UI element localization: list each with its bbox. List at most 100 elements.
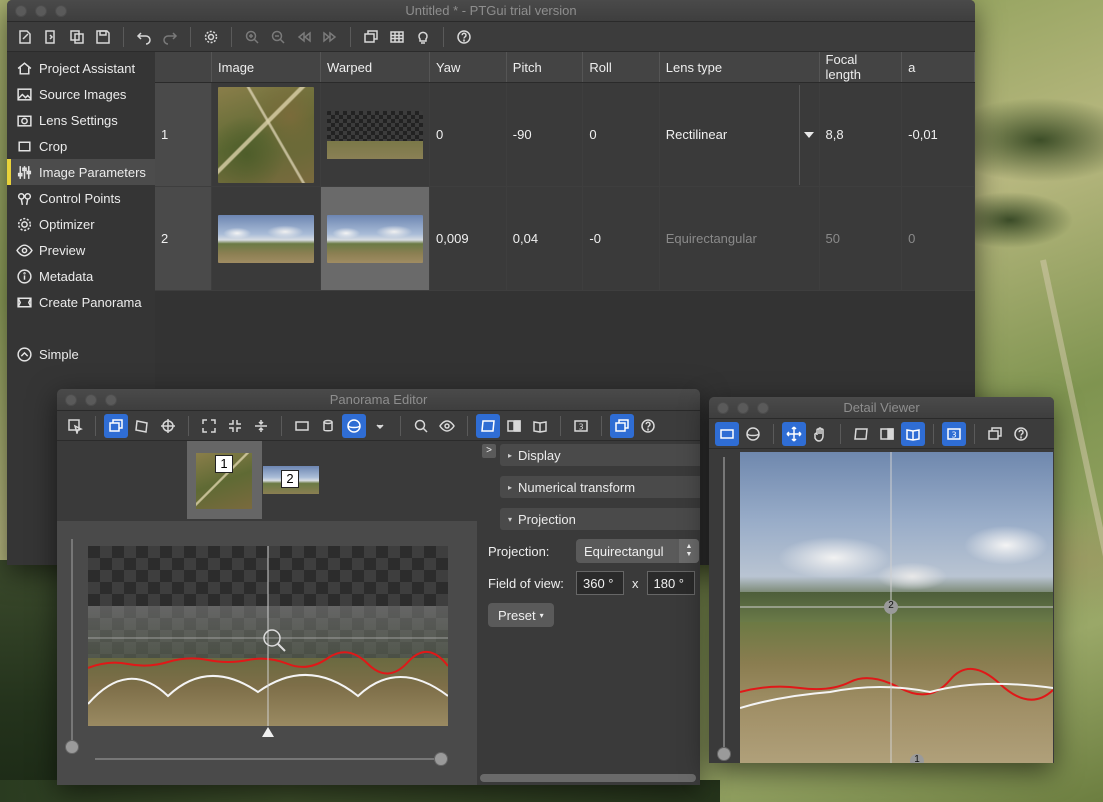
panorama-editor-button[interactable] (359, 25, 383, 49)
redo-button[interactable] (158, 25, 182, 49)
fov-horizontal-input[interactable]: 360 ° (576, 571, 624, 595)
zoom-out-button[interactable] (266, 25, 290, 49)
sphere-view-button[interactable] (741, 422, 765, 446)
next-button[interactable] (318, 25, 342, 49)
main-titlebar[interactable]: Untitled * - PTGui trial version (7, 0, 975, 22)
panorama-preview[interactable] (88, 546, 448, 726)
row-number[interactable]: 1 (155, 82, 213, 187)
display-section-header[interactable]: ▸ Display (500, 444, 700, 466)
row-number[interactable]: 2 (155, 186, 213, 291)
column-header-warped[interactable]: Warped (320, 52, 431, 83)
sidebar-item-create-panorama[interactable]: Create Panorama (7, 289, 155, 315)
image-thumbnail-cell[interactable] (211, 82, 322, 187)
sidebar-item-metadata[interactable]: Metadata (7, 263, 155, 289)
shrink-button[interactable] (223, 414, 247, 438)
save-button[interactable] (91, 25, 115, 49)
zoom-in-button[interactable] (240, 25, 264, 49)
split-view-button[interactable] (502, 414, 526, 438)
focal-length-cell[interactable]: 8,8 (819, 82, 903, 187)
open-book-view-button[interactable] (528, 414, 552, 438)
detail-image[interactable]: 2 1 (740, 452, 1053, 763)
strip-image-2[interactable]: 2 (263, 466, 319, 494)
sidebar-item-lens-settings[interactable]: Lens Settings (7, 107, 155, 133)
zoom-button[interactable] (757, 402, 769, 414)
close-button[interactable] (15, 5, 27, 17)
split-view-button[interactable] (875, 422, 899, 446)
single-view-button[interactable] (476, 413, 500, 438)
lens-type-cell[interactable]: Equirectangular (659, 186, 820, 291)
focal-length-cell[interactable]: 50 (819, 186, 903, 291)
panorama-editor-titlebar[interactable]: Panorama Editor (57, 389, 700, 411)
warped-thumbnail-cell[interactable] (320, 186, 431, 291)
tips-button[interactable] (411, 25, 435, 49)
detail-help-button[interactable] (1009, 422, 1033, 446)
a-cell[interactable]: -0,01 (901, 82, 975, 187)
horizontal-zoom-track[interactable] (95, 758, 441, 760)
strip-image-1[interactable]: 1 (187, 441, 262, 519)
hand-tool-button[interactable] (808, 422, 832, 446)
sidebar-item-crop[interactable]: Crop (7, 133, 155, 159)
panel-scrollbar[interactable] (480, 774, 696, 782)
roll-cell[interactable]: 0 (582, 82, 660, 187)
sidebar-item-source-images[interactable]: Source Images (7, 81, 155, 107)
column-header-index[interactable] (155, 52, 213, 83)
dropdown-arrow-icon[interactable] (798, 84, 819, 185)
collapse-panel-button[interactable]: > (482, 444, 496, 458)
column-header-image[interactable]: Image (211, 52, 322, 83)
vertical-zoom-track[interactable] (71, 539, 73, 747)
panorama-editor-button[interactable] (983, 422, 1007, 446)
column-header-focal-length[interactable]: Focal length (819, 52, 903, 83)
single-view-button[interactable] (849, 422, 873, 446)
sidebar-item-image-parameters[interactable]: Image Parameters (7, 159, 155, 185)
center-point-button[interactable] (156, 414, 180, 438)
previous-button[interactable] (292, 25, 316, 49)
preset-button[interactable]: Preset ▾ (488, 603, 554, 627)
column-header-lens-type[interactable]: Lens type (659, 52, 820, 83)
detail-zoom-knob[interactable] (717, 747, 731, 761)
panorama-help-button[interactable] (636, 414, 660, 438)
detail-canvas[interactable]: 2 1 (709, 449, 1054, 763)
pitch-cell[interactable]: 0,04 (506, 186, 584, 291)
roll-cell[interactable]: -0 (582, 186, 660, 291)
detail-marker-1[interactable]: 1 (910, 754, 924, 763)
lens-type-select[interactable]: Rectilinear (666, 84, 819, 185)
detail-marker-2[interactable]: 2 (884, 600, 898, 614)
column-header-roll[interactable]: Roll (582, 52, 660, 83)
table-row[interactable]: 2 0,009 0,04 -0 Equirectangular 50 0 (155, 186, 975, 291)
simple-mode-toggle[interactable]: Simple (7, 341, 155, 367)
minimize-button[interactable] (85, 394, 97, 406)
open-book-view-button[interactable] (901, 421, 925, 446)
pan-tool-button[interactable] (782, 421, 806, 446)
minimize-button[interactable] (737, 402, 749, 414)
pitch-cell[interactable]: -90 (506, 82, 584, 187)
equirectangular-projection-button[interactable] (342, 413, 366, 438)
warp-tool-button[interactable] (130, 414, 154, 438)
a-cell[interactable]: 0 (901, 186, 975, 291)
table-view-button[interactable] (385, 25, 409, 49)
copy-button[interactable] (65, 25, 89, 49)
horizontal-zoom-knob[interactable] (434, 752, 448, 766)
close-button[interactable] (717, 402, 729, 414)
sidebar-item-control-points[interactable]: Control Points (7, 185, 155, 211)
column-header-pitch[interactable]: Pitch (506, 52, 584, 83)
sidebar-item-project-assistant[interactable]: Project Assistant (7, 55, 155, 81)
projection-section-header[interactable]: ▾ Projection (500, 508, 700, 530)
rect-view-button[interactable] (715, 421, 739, 446)
select-tool-button[interactable] (63, 414, 87, 438)
image-thumbnail-cell[interactable] (211, 186, 322, 291)
zoom-button[interactable] (105, 394, 117, 406)
column-header-a[interactable]: a (901, 52, 975, 83)
fit-panorama-button[interactable] (197, 414, 221, 438)
detail-viewer-button[interactable] (610, 413, 634, 438)
undo-button[interactable] (132, 25, 156, 49)
vertical-zoom-knob[interactable] (65, 740, 79, 754)
settings-button[interactable] (199, 25, 223, 49)
panorama-canvas[interactable] (57, 521, 477, 785)
rectilinear-projection-button[interactable] (290, 414, 314, 438)
open-project-button[interactable] (39, 25, 63, 49)
minimize-button[interactable] (35, 5, 47, 17)
column-header-yaw[interactable]: Yaw (429, 52, 507, 83)
detail-zoom-track[interactable] (723, 457, 725, 747)
help-button[interactable] (452, 25, 476, 49)
number-labels-button[interactable]: 3 (942, 421, 966, 446)
